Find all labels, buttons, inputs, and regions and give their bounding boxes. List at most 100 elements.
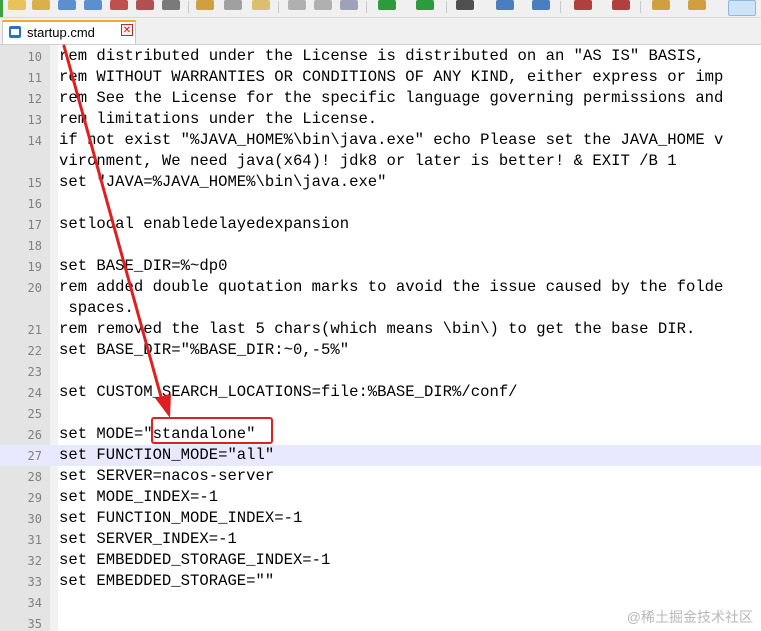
undo-icon[interactable]: [378, 0, 396, 10]
line-number: 27: [27, 449, 42, 463]
line-text: rem distributed under the License is dis…: [59, 47, 705, 65]
code-lines: 10 rem distributed under the License is d…: [0, 45, 761, 631]
line-number: 31: [27, 533, 42, 547]
open-file-icon[interactable]: [32, 0, 50, 10]
code-line[interactable]: 20 rem added double quotation marks to av…: [0, 277, 761, 298]
line-text: rem WITHOUT WARRANTIES OR CONDITIONS OF …: [59, 68, 724, 86]
toolbar-separator: [366, 1, 367, 13]
code-line[interactable]: 18: [0, 235, 761, 256]
line-number: 29: [27, 491, 42, 505]
toolbar: [0, 0, 761, 18]
toolbar-separator: [640, 1, 641, 13]
line-number: 12: [27, 92, 42, 106]
copy-icon[interactable]: [224, 0, 242, 10]
line-text: set SERVER_INDEX=-1: [59, 530, 237, 548]
tab-startup-cmd[interactable]: startup.cmd ✕: [2, 20, 136, 44]
toolbar-separator: [560, 1, 561, 13]
redo-icon[interactable]: [416, 0, 434, 10]
code-line[interactable]: 10 rem distributed under the License is d…: [0, 46, 761, 67]
line-text: vironment, We need java(x64)! jdk8 or la…: [59, 152, 677, 170]
code-line[interactable]: 23: [0, 361, 761, 382]
line-number: 13: [27, 113, 42, 127]
line-number: 21: [27, 323, 42, 337]
code-line[interactable]: 21 rem removed the last 5 chars(which mea…: [0, 319, 761, 340]
code-line[interactable]: 28 set SERVER=nacos-server: [0, 466, 761, 487]
code-line[interactable]: 26 set MODE="standalone": [0, 424, 761, 445]
line-number: 10: [27, 50, 42, 64]
code-line[interactable]: 11 rem WITHOUT WARRANTIES OR CONDITIONS O…: [0, 67, 761, 88]
line-text: set FUNCTION_MODE="all": [59, 446, 275, 464]
line-number: 35: [27, 617, 42, 631]
code-line[interactable]: 30 set FUNCTION_MODE_INDEX=-1: [0, 508, 761, 529]
code-line[interactable]: 25: [0, 403, 761, 424]
line-number: 23: [27, 365, 42, 379]
line-number: 20: [27, 281, 42, 295]
code-line[interactable]: 17 setlocal enabledelayedexpansion: [0, 214, 761, 235]
toolbar-separator: [278, 1, 279, 13]
line-number: 11: [27, 71, 42, 85]
code-line[interactable]: 32 set EMBEDDED_STORAGE_INDEX=-1: [0, 550, 761, 571]
word-wrap-icon[interactable]: [688, 0, 706, 10]
line-text: rem limitations under the License.: [59, 110, 378, 128]
close-icon[interactable]: [110, 0, 128, 10]
find-icon[interactable]: [456, 0, 474, 10]
code-line[interactable]: 24 set CUSTOM_SEARCH_LOCATIONS=file:%BASE…: [0, 382, 761, 403]
code-editor[interactable]: 10 rem distributed under the License is d…: [0, 45, 761, 631]
paste-icon[interactable]: [252, 0, 270, 10]
code-line[interactable]: 22 set BASE_DIR="%BASE_DIR:~0,-5%": [0, 340, 761, 361]
file-icon: [9, 26, 21, 38]
line-number: 24: [27, 386, 42, 400]
line-number: 28: [27, 470, 42, 484]
line-number: 18: [27, 239, 42, 253]
sync-scroll-icon[interactable]: [652, 0, 670, 10]
cut-icon[interactable]: [196, 0, 214, 10]
line-text: set MODE_INDEX=-1: [59, 488, 219, 506]
line-text: set EMBEDDED_STORAGE="": [59, 572, 275, 590]
save-icon[interactable]: [58, 0, 76, 10]
paste-icon[interactable]: [340, 0, 358, 10]
line-text: if not exist "%JAVA_HOME%\bin\java.exe" …: [59, 131, 724, 149]
zoom-out-icon[interactable]: [612, 0, 630, 10]
show-all-characters-icon[interactable]: [728, 0, 756, 16]
line-number: 26: [27, 428, 42, 442]
code-line[interactable]: 14 if not exist "%JAVA_HOME%\bin\java.exe…: [0, 130, 761, 151]
line-number: 15: [27, 176, 42, 190]
code-line[interactable]: 31 set SERVER_INDEX=-1: [0, 529, 761, 550]
code-line[interactable]: spaces.: [0, 298, 761, 319]
code-line[interactable]: 19 set BASE_DIR=%~dp0: [0, 256, 761, 277]
code-line[interactable]: 27 set FUNCTION_MODE="all": [0, 445, 761, 466]
tab-close-icon[interactable]: ✕: [121, 24, 133, 36]
copy-icon[interactable]: [314, 0, 332, 10]
line-text: set SERVER=nacos-server: [59, 467, 275, 485]
toolbar-separator: [188, 1, 189, 13]
line-text: rem removed the last 5 chars(which means…: [59, 320, 696, 338]
line-text: set EMBEDDED_STORAGE_INDEX=-1: [59, 551, 331, 569]
replace-icon[interactable]: [496, 0, 514, 10]
watermark: @稀土掘金技术社区: [626, 609, 753, 625]
zoom-in-icon[interactable]: [574, 0, 592, 10]
code-line[interactable]: 33 set EMBEDDED_STORAGE="": [0, 571, 761, 592]
notepad-window: startup.cmd ✕ 10 rem distributed under th…: [0, 0, 761, 631]
save-all-icon[interactable]: [84, 0, 102, 10]
line-text: set "JAVA=%JAVA_HOME%\bin\java.exe": [59, 173, 387, 191]
line-number: 22: [27, 344, 42, 358]
bookmark-icon[interactable]: [532, 0, 550, 10]
line-text: setlocal enabledelayedexpansion: [59, 215, 350, 233]
new-file-icon[interactable]: [8, 0, 26, 10]
code-line[interactable]: vironment, We need java(x64)! jdk8 or la…: [0, 151, 761, 172]
line-number: 17: [27, 218, 42, 232]
line-text: set CUSTOM_SEARCH_LOCATIONS=file:%BASE_D…: [59, 383, 518, 401]
code-line[interactable]: 12 rem See the License for the specific l…: [0, 88, 761, 109]
line-number: 14: [27, 134, 42, 148]
code-line[interactable]: 16: [0, 193, 761, 214]
line-text: rem added double quotation marks to avoi…: [59, 278, 724, 296]
line-text: set BASE_DIR="%BASE_DIR:~0,-5%": [59, 341, 350, 359]
print-icon[interactable]: [162, 0, 180, 10]
cut-icon[interactable]: [288, 0, 306, 10]
code-line[interactable]: 13 rem limitations under the License.: [0, 109, 761, 130]
tab-label: startup.cmd: [27, 25, 95, 40]
code-line[interactable]: 15 set "JAVA=%JAVA_HOME%\bin\java.exe": [0, 172, 761, 193]
line-text: set FUNCTION_MODE_INDEX=-1: [59, 509, 303, 527]
close-all-icon[interactable]: [136, 0, 154, 10]
code-line[interactable]: 29 set MODE_INDEX=-1: [0, 487, 761, 508]
